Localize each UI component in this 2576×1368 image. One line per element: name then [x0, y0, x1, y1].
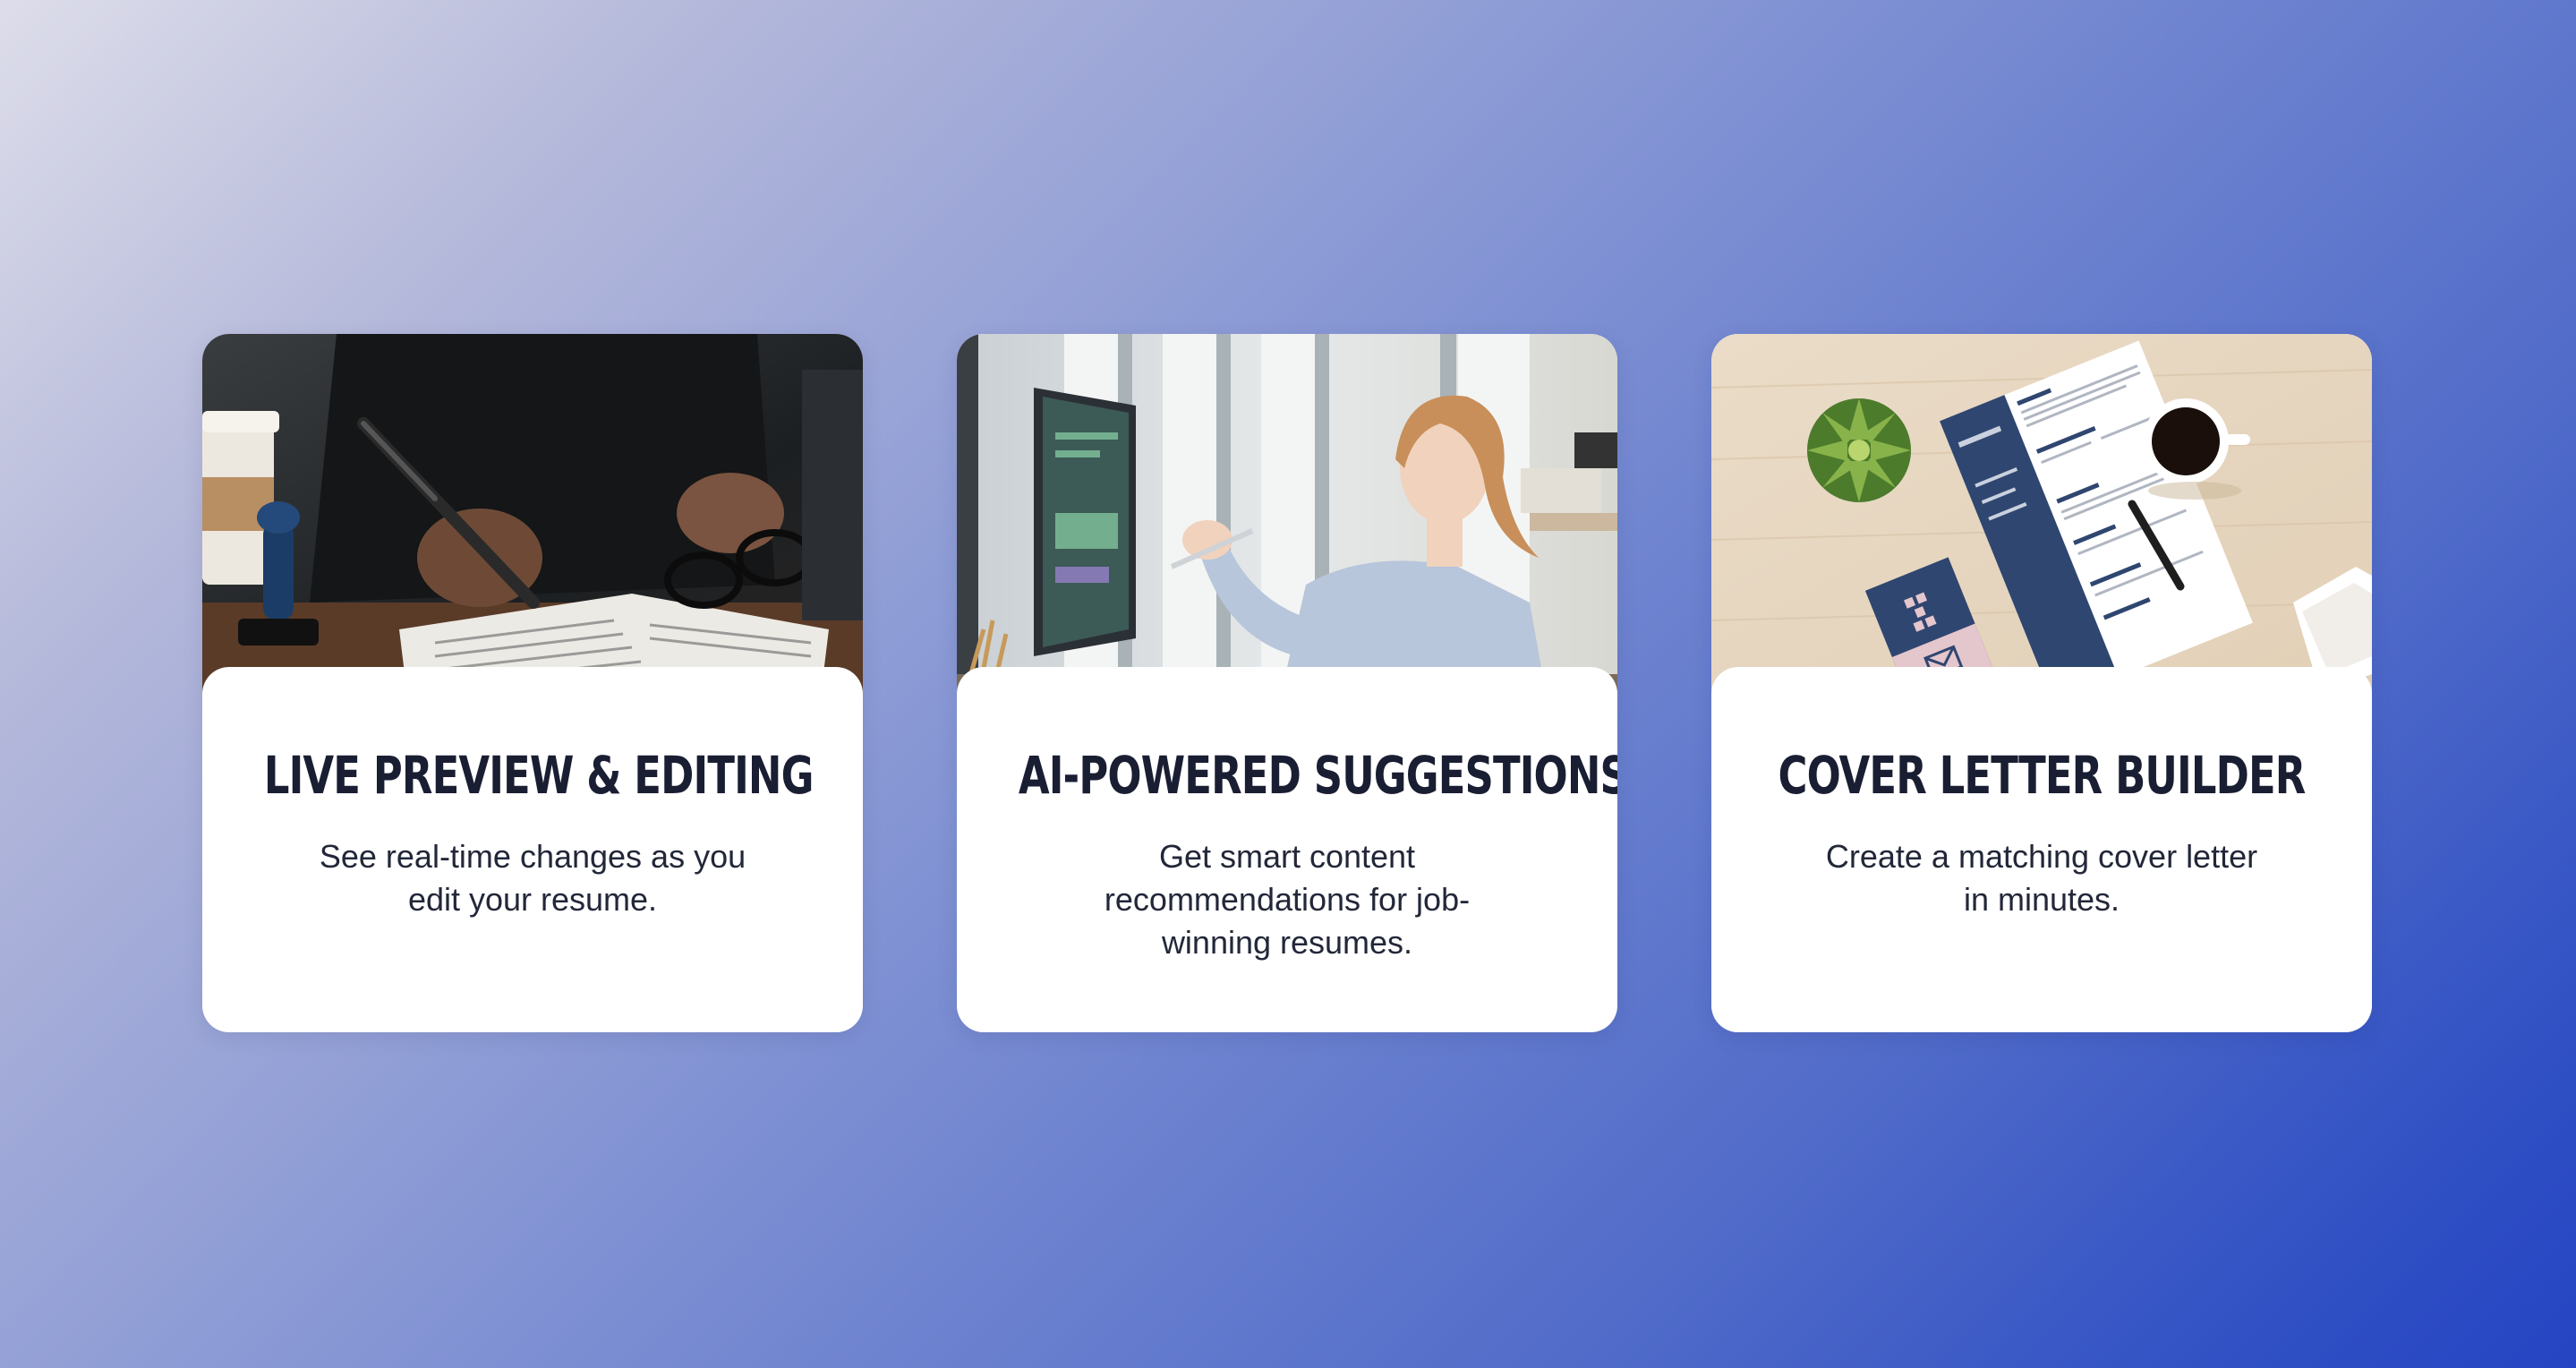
feature-image-resume-on-desk	[1711, 334, 2372, 703]
feature-image-woman-at-monitor	[957, 334, 1617, 703]
feature-description: See real-time changes as you edit your r…	[319, 838, 746, 918]
feature-card-body: COVER LETTER BUILDER Create a matching c…	[1711, 667, 2372, 1032]
feature-title: LIVE PREVIEW & EDITING	[263, 745, 815, 806]
feature-image-signing-document	[202, 334, 863, 703]
feature-title: COVER LETTER BUILDER	[1778, 745, 2307, 806]
feature-title: AI-POWERED SUGGESTIONS	[1018, 745, 1617, 806]
feature-card-body: LIVE PREVIEW & EDITING See real-time cha…	[202, 667, 863, 1032]
feature-card-live-preview[interactable]: LIVE PREVIEW & EDITING See real-time cha…	[202, 334, 863, 1032]
feature-card-body: AI-POWERED SUGGESTIONS Get smart content…	[957, 667, 1617, 1032]
feature-card-cover-letter[interactable]: COVER LETTER BUILDER Create a matching c…	[1711, 334, 2372, 1032]
feature-description: Get smart content recommendations for jo…	[1104, 838, 1471, 961]
feature-description: Create a matching cover letter in minute…	[1825, 838, 2258, 918]
feature-card-ai-suggestions[interactable]: AI-POWERED SUGGESTIONS Get smart content…	[957, 334, 1617, 1032]
feature-cards: LIVE PREVIEW & EDITING See real-time cha…	[202, 334, 2372, 1032]
